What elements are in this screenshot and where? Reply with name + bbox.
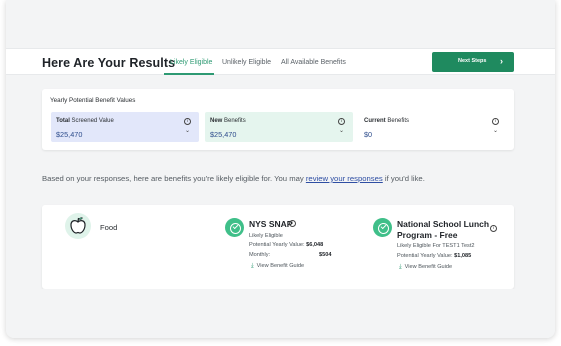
review-responses-link[interactable]: review your responses: [306, 174, 383, 183]
total-screened-value-box[interactable]: Total Screened Value $25,470 i ⌄: [51, 112, 199, 142]
tab-all-available-benefits[interactable]: All Available Benefits: [281, 59, 346, 66]
app-window: Here Are Your Results Likely Eligible Un…: [6, 0, 555, 338]
summary-suffix: if you'd like.: [382, 174, 425, 183]
top-strip: [6, 0, 555, 48]
info-icon[interactable]: i: [490, 225, 497, 232]
benefit-status: Likely Eligible For TEST1 Test2: [397, 243, 475, 249]
yearly-value-amount: $6,048: [306, 242, 324, 248]
value-box-amount: $25,470: [56, 130, 83, 139]
info-icon[interactable]: i: [338, 118, 345, 125]
check-circle-icon: [225, 218, 244, 237]
view-benefit-guide-link[interactable]: ⤓ View Benefit Guide: [399, 264, 452, 271]
next-steps-button[interactable]: Next Steps ›: [432, 52, 514, 72]
benefit-title[interactable]: NYS SNAP: [249, 219, 292, 229]
benefit-title-line1[interactable]: National School Lunch: [397, 219, 489, 229]
new-benefits-box[interactable]: New Benefits $25,470 i ⌄: [205, 112, 353, 142]
guide-label: View Benefit Guide: [256, 263, 305, 269]
yearly-values-card: Yearly Potential Benefit Values Total Sc…: [42, 89, 514, 150]
chevron-down-icon[interactable]: ⌄: [339, 127, 344, 134]
value-box-label-rest: Benefits: [222, 118, 246, 124]
info-icon[interactable]: i: [184, 118, 191, 125]
value-box-label: Total Screened Value: [56, 118, 114, 124]
yearly-value-label: Potential Yearly Value:: [397, 253, 453, 259]
apple-icon: [65, 213, 91, 239]
benefits-results-card: Food NYS SNAP i Likely Eligible Potentia…: [42, 205, 514, 289]
value-box-label-bold: Current: [364, 118, 386, 124]
tab-unlikely-eligible[interactable]: Unlikely Eligible: [222, 59, 271, 66]
info-icon[interactable]: i: [289, 220, 296, 227]
active-tab-indicator: [164, 73, 214, 75]
current-benefits-box[interactable]: Current Benefits $0 i ⌄: [359, 112, 507, 142]
benefit-monthly-value: $504: [319, 252, 331, 258]
benefit-status: Likely Eligible: [249, 233, 283, 239]
download-icon: ⤓: [251, 263, 254, 269]
check-circle-icon: [373, 218, 392, 237]
next-steps-label: Next Steps: [458, 58, 487, 64]
info-icon[interactable]: i: [492, 118, 499, 125]
guide-label: View Benefit Guide: [404, 264, 453, 270]
yearly-value-amount: $1,085: [454, 253, 472, 259]
value-box-label: New Benefits: [210, 118, 246, 124]
page-title: Here Are Your Results: [42, 56, 176, 70]
benefit-monthly-label: Monthly:: [249, 252, 271, 258]
benefit-yearly-value: Potential Yearly Value: $1,085: [397, 253, 471, 259]
results-header: Here Are Your Results Likely Eligible Un…: [6, 48, 555, 75]
monthly-value-amount: $504: [319, 252, 332, 258]
results-summary: Based on your responses, here are benefi…: [42, 174, 425, 183]
value-box-label-rest: Benefits: [385, 118, 410, 124]
category-label: Food: [100, 223, 118, 232]
benefit-title-line2[interactable]: Program - Free: [397, 230, 457, 240]
download-icon: ⤓: [399, 264, 402, 270]
chevron-down-icon[interactable]: ⌄: [493, 127, 498, 134]
chevron-down-icon[interactable]: ⌄: [185, 127, 190, 134]
value-box-label-bold: Total: [56, 118, 70, 124]
summary-prefix: Based on your responses, here are benefi…: [42, 174, 306, 183]
bottom-fade: [6, 289, 555, 338]
benefit-yearly-value: Potential Yearly Value: $6,048: [249, 242, 323, 248]
yearly-values-title: Yearly Potential Benefit Values: [50, 97, 136, 104]
value-box-label-bold: New: [210, 118, 223, 124]
view-benefit-guide-link[interactable]: ⤓ View Benefit Guide: [251, 263, 304, 270]
value-box-amount: $0: [364, 130, 373, 139]
value-box-amount: $25,470: [210, 130, 237, 139]
chevron-right-icon: ›: [500, 56, 503, 66]
value-box-label: Current Benefits: [364, 118, 409, 124]
value-box-label-rest: Screened Value: [69, 118, 114, 124]
yearly-value-label: Potential Yearly Value:: [249, 242, 305, 248]
tab-likely-eligible[interactable]: Likely Eligible: [170, 59, 212, 66]
